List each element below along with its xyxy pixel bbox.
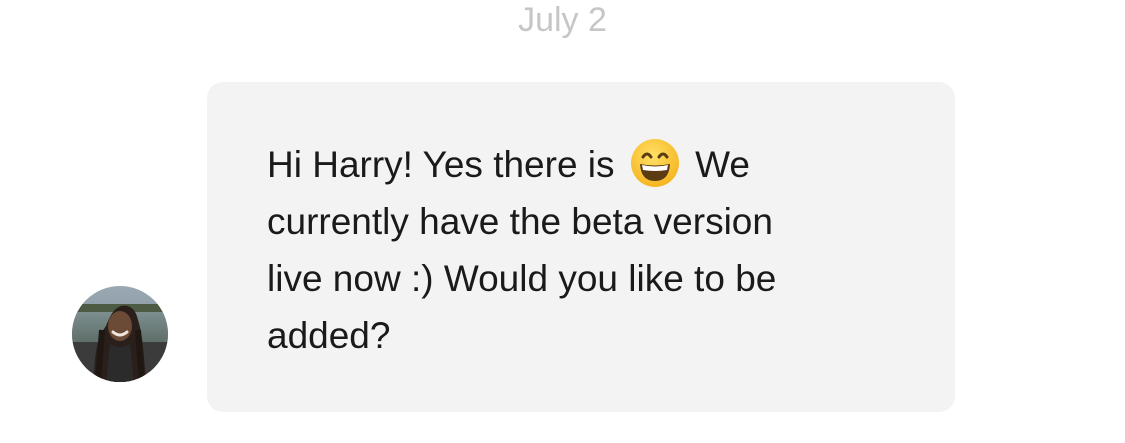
avatar-image (72, 286, 168, 382)
message-line-1: Hi Harry! Yes there is We (267, 136, 895, 193)
message-line-4: added? (267, 315, 391, 356)
message-line-2: currently have the beta version (267, 201, 773, 242)
message-bubble[interactable]: Hi Harry! Yes there is We currently have… (207, 82, 955, 412)
grinning-face-emoji-icon (629, 137, 681, 189)
message-text-part: Hi Harry! Yes there is (267, 144, 615, 185)
message-text-part: We (695, 144, 750, 185)
date-separator: July 2 (518, 1, 607, 39)
avatar[interactable] (72, 286, 168, 382)
message-line-3: live now :) Would you like to be (267, 258, 777, 299)
